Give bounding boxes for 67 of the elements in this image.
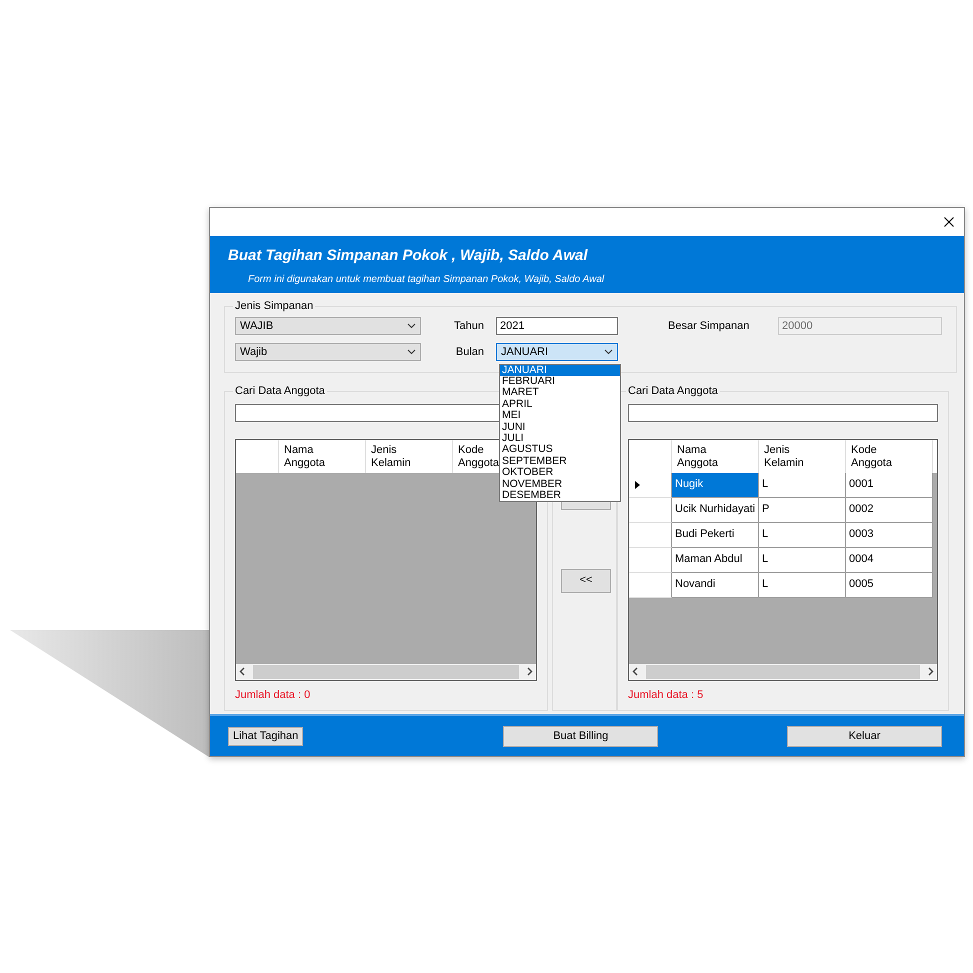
table-cell: Budi Pekerti [672, 522, 759, 548]
row-header[interactable] [629, 472, 672, 498]
table-cell: L [759, 472, 846, 498]
scroll-right-icon[interactable] [928, 667, 934, 676]
group-label: Cari Data Anggota [627, 386, 719, 397]
chevron-icon [604, 349, 613, 356]
month-option[interactable]: SEPTEMBER [500, 456, 620, 468]
table-cell: Novandi [672, 572, 759, 598]
scroll-right-icon[interactable] [527, 667, 533, 676]
record-count: Jumlah data : 5 [628, 688, 704, 703]
month-option[interactable]: JANUARI [500, 364, 620, 376]
month-option[interactable]: JUNI [500, 422, 620, 434]
chevron-icon [407, 323, 416, 330]
close-icon[interactable] [944, 216, 954, 227]
chevron-icon [407, 349, 416, 356]
month-option[interactable]: MEI [500, 410, 620, 422]
table-cell: 0001 [846, 472, 933, 498]
table-cell: 0005 [846, 572, 933, 598]
table-cell: Maman Abdul [672, 548, 759, 573]
month-option[interactable]: JULI [500, 433, 620, 444]
name-dropdown[interactable]: Wajib [235, 343, 421, 362]
scrollbar-thumb[interactable] [646, 664, 920, 679]
field-label: Besar Simpanan [668, 318, 750, 334]
month-dropdown[interactable]: JANUARI [496, 343, 618, 362]
footer-button[interactable]: Keluar [787, 726, 942, 747]
group-label: Cari Data Anggota [234, 386, 326, 397]
table-cell: P [759, 498, 846, 523]
search-field[interactable] [628, 404, 938, 422]
record-count: Jumlah data : 0 [235, 688, 312, 703]
year-field[interactable]: 2021 [496, 317, 618, 336]
jenis-dropdown[interactable]: WAJIB [235, 317, 421, 336]
row-header[interactable] [629, 548, 672, 573]
column-header[interactable]: Nama Anggota [284, 444, 325, 470]
scroll-left-icon[interactable] [632, 667, 638, 676]
month-option[interactable]: FEBRUARI [500, 376, 620, 388]
column-header[interactable]: Jenis Kelamin [764, 444, 804, 470]
field-label: Tahun [454, 320, 484, 332]
column-header[interactable]: Jenis Kelamin [371, 444, 411, 470]
table-cell: Ucik Nurhidayati [672, 498, 759, 523]
footer-button[interactable]: Lihat Tagihan [228, 726, 304, 746]
column-header[interactable]: Kode Anggota [851, 444, 892, 470]
scrollbar-thumb[interactable] [253, 664, 519, 679]
month-option[interactable]: MARET [500, 387, 620, 399]
field-label: Bulan [456, 346, 484, 358]
table-cell: L [759, 572, 846, 598]
row-header[interactable] [629, 572, 672, 598]
table-cell: 0002 [846, 498, 933, 523]
month-option[interactable]: OKTOBER [500, 467, 620, 479]
column-header[interactable]: Nama Anggota [677, 444, 718, 470]
group-label: Jenis Simpanan [234, 300, 314, 312]
month-option[interactable]: NOVEMBER [500, 478, 620, 490]
form-subtitle: Form ini digunakan untuk membuat tagihan Simpanan Pokok, Wajib, Saldo Awal [248, 273, 604, 288]
row-header[interactable] [629, 522, 672, 548]
row-header[interactable] [629, 498, 672, 523]
table-cell: 0004 [846, 548, 933, 573]
month-option[interactable]: AGUSTUS [500, 444, 620, 456]
table-cell: L [759, 548, 846, 573]
scroll-left-icon[interactable] [239, 667, 245, 676]
move-back-button[interactable]: << [561, 568, 611, 593]
month-option[interactable]: DESEMBER [500, 490, 620, 502]
month-option[interactable]: APRIL [500, 398, 620, 410]
form-title: Buat Tagihan Simpanan Pokok , Wajib, Saldo Awal [228, 246, 588, 266]
table-cell: Nugik [672, 472, 759, 498]
column-header[interactable]: Kode Anggota [458, 444, 499, 470]
table-cell: 0003 [846, 522, 933, 548]
footer-button[interactable]: Buat Billing [503, 726, 658, 747]
table-cell: L [759, 522, 846, 548]
